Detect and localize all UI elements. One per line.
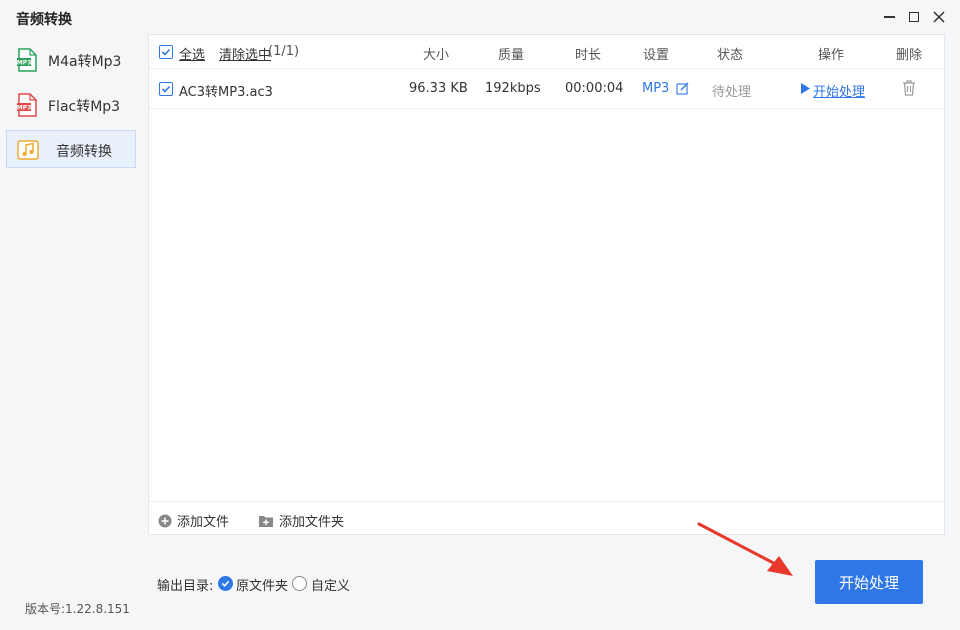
file-quality: 192kbps xyxy=(485,81,541,96)
add-folder-label: 添加文件夹 xyxy=(279,515,345,530)
panel-footer: 添加文件 添加文件夹 xyxy=(149,501,944,535)
radio-custom[interactable] xyxy=(292,576,307,591)
sidebar-item-label: 音频转换 xyxy=(56,144,112,160)
version-label: 版本号:1.22.8.151 xyxy=(25,602,130,616)
output-format[interactable]: MP3 xyxy=(642,81,669,96)
sidebar-item-label: M4a转Mp3 xyxy=(48,54,122,70)
title-bar: 音频转换 xyxy=(0,0,960,36)
column-header-action: 操作 xyxy=(818,48,845,63)
minimize-button[interactable] xyxy=(878,6,900,28)
svg-text:MP3: MP3 xyxy=(17,105,32,112)
radio-original-folder-label[interactable]: 原文件夹 xyxy=(236,575,288,594)
sidebar-item-m4a-to-mp3[interactable]: MP3 M4a转Mp3 xyxy=(6,41,136,79)
file-name: AC3转MP3.ac3 xyxy=(179,85,273,100)
add-file-label: 添加文件 xyxy=(177,515,230,530)
svg-text:MP3: MP3 xyxy=(17,60,32,67)
sidebar-item-label: Flac转Mp3 xyxy=(48,99,121,115)
edit-icon[interactable] xyxy=(676,82,690,96)
checkmark-icon xyxy=(161,48,171,56)
clear-selected-link[interactable]: 清除选中 xyxy=(219,44,271,63)
radio-custom-label[interactable]: 自定义 xyxy=(311,575,350,594)
sidebar-item-flac-to-mp3[interactable]: MP3 Flac转Mp3 xyxy=(6,86,136,124)
file-list-panel: 全选 清除选中 (1/1) 大小 质量 时长 设置 状态 操作 删除 AC3转M… xyxy=(148,34,945,535)
checkmark-icon xyxy=(161,85,171,93)
maximize-icon xyxy=(909,12,919,22)
maximize-button[interactable] xyxy=(903,6,925,28)
table-row: AC3转MP3.ac3 96.33 KB 192kbps 00:00:04 MP… xyxy=(149,69,944,109)
select-all-link[interactable]: 全选 xyxy=(179,44,205,63)
file-size: 96.33 KB xyxy=(409,81,468,96)
table-header: 全选 清除选中 (1/1) 大小 质量 时长 设置 状态 操作 删除 xyxy=(149,35,944,69)
sidebar-item-audio-convert[interactable]: 音频转换 xyxy=(6,130,136,168)
column-header-size: 大小 xyxy=(423,48,450,63)
close-button[interactable] xyxy=(928,6,950,28)
mp3-file-icon: MP3 xyxy=(17,93,37,117)
start-process-link[interactable]: 开始处理 xyxy=(813,81,865,100)
column-header-status: 状态 xyxy=(717,48,744,63)
add-folder-button[interactable]: 添加文件夹 xyxy=(258,511,344,530)
minimize-icon xyxy=(883,16,895,18)
mp3-file-icon: MP3 xyxy=(17,48,37,72)
annotation-arrow-icon xyxy=(697,522,793,576)
column-header-delete: 删除 xyxy=(896,48,923,63)
column-header-settings: 设置 xyxy=(643,48,670,63)
radio-original-folder[interactable] xyxy=(218,576,233,591)
start-processing-button[interactable]: 开始处理 xyxy=(815,560,923,604)
plus-circle-icon xyxy=(158,514,172,527)
checkmark-icon xyxy=(221,580,230,587)
close-icon xyxy=(933,11,945,23)
file-duration: 00:00:04 xyxy=(565,81,624,96)
column-header-duration: 时长 xyxy=(575,48,602,63)
select-all-checkbox[interactable] xyxy=(159,45,173,59)
column-header-quality: 质量 xyxy=(498,48,525,63)
play-icon xyxy=(801,83,810,94)
music-note-icon xyxy=(17,140,39,160)
add-file-button[interactable]: 添加文件 xyxy=(158,511,229,530)
app-title: 音频转换 xyxy=(16,12,72,28)
status-text: 待处理 xyxy=(712,85,752,100)
output-dir-label: 输出目录: xyxy=(157,579,214,594)
selected-count: (1/1) xyxy=(268,44,300,59)
row-checkbox[interactable] xyxy=(159,82,173,96)
folder-plus-icon xyxy=(259,515,273,527)
trash-icon[interactable] xyxy=(901,79,917,97)
